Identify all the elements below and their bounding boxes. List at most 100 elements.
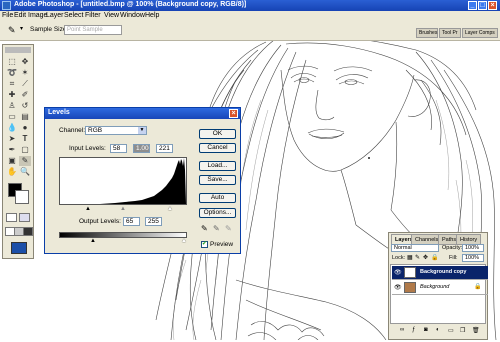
lock-position-icon[interactable]: ✥ [423,254,428,261]
menu-item-help[interactable]: Help [145,12,159,19]
layer-row-background[interactable]: 👁 Background 🔒 [392,281,488,295]
new-group-icon[interactable]: ▭ [448,327,454,334]
options-button[interactable]: Options... [199,208,236,218]
menu-item-image[interactable]: Image [28,12,47,19]
menu-item-edit[interactable]: Edit [14,12,26,19]
zoom-tool-icon[interactable]: 🔍 [19,167,31,177]
eyedropper-tool-icon[interactable]: ✎ [19,156,31,166]
adjustment-layer-icon[interactable]: ◐ [436,327,440,333]
minimize-icon[interactable]: _ [468,1,477,10]
clone-stamp-tool-icon[interactable]: ♙ [6,101,18,111]
background-color-swatch[interactable] [15,190,29,204]
eye-icon[interactable]: 👁 [394,284,402,291]
eyedropper-icon[interactable]: ✎ [8,25,18,35]
dialog-close-icon[interactable]: × [229,109,238,118]
menu-item-window[interactable]: Window [120,12,145,19]
full-screen-mode-icon[interactable] [23,227,33,236]
levels-dialog: Levels × Channel: RGB ▼ Input Levels: 58… [44,107,241,254]
output-levels-slider[interactable]: ▲ ▲ [59,238,187,244]
window-title: Adobe Photoshop - [untitled.bmp @ 100% (… [14,1,247,8]
healing-brush-tool-icon[interactable]: ✚ [6,90,18,100]
toolbox: ⬚ ✥ ➰ ✶ ⌗ ⟋ ✚ ✐ ♙ ↺ ▭ ▤ 💧 ● ➤ T ✒ ▢ ▣ ✎ … [2,44,34,259]
standard-mode-icon[interactable] [6,213,17,222]
channel-select[interactable]: RGB ▼ [85,126,147,135]
move-tool-icon[interactable]: ✥ [19,57,31,67]
input-white-field[interactable]: 221 [156,144,173,153]
input-black-slider-handle[interactable]: ▲ [85,206,91,212]
maximize-icon[interactable]: □ [478,1,487,10]
ok-button[interactable]: OK [199,129,236,139]
gradient-tool-icon[interactable]: ▤ [19,112,31,122]
preview-checkbox[interactable]: ✔ [201,241,208,248]
dodge-tool-icon[interactable]: ● [19,123,31,133]
input-gamma-slider-handle[interactable]: ▲ [120,206,126,212]
layer-name: Background copy [420,269,467,275]
menu-item-view[interactable]: View [104,12,119,19]
sample-size-label: Sample Size: [30,26,69,33]
layer-row-background-copy[interactable]: 👁 Background copy [392,266,488,280]
palette-tab-brushes[interactable]: Brushes [416,28,438,38]
eye-icon[interactable]: 👁 [394,269,402,276]
opacity-label: Opacity: [442,245,463,251]
beauty-mark [368,157,370,159]
eraser-tool-icon[interactable]: ▭ [6,112,18,122]
gray-eyedropper-icon[interactable]: ✎ [213,224,220,233]
menu-item-layer[interactable]: Layer [46,12,64,19]
channel-label: Channel: [59,127,86,134]
output-white-field[interactable]: 255 [145,217,162,226]
trash-icon[interactable]: 🗑 [472,327,480,334]
layers-footer: ∞ ƒ ◙ ◐ ▭ ❐ 🗑 [390,327,486,337]
new-layer-icon[interactable]: ❐ [460,327,465,334]
lock-pixels-icon[interactable]: ✎ [415,254,420,261]
jump-to-imageready-icon[interactable] [11,242,27,254]
marquee-tool-icon[interactable]: ⬚ [6,57,18,67]
channel-value: RGB [88,127,103,134]
lock-transparency-icon[interactable]: ▦ [407,254,413,261]
input-white-slider-handle[interactable]: ▲ [167,206,173,212]
chevron-down-icon[interactable]: ▼ [138,127,146,134]
load-button[interactable]: Load... [199,161,236,171]
output-white-slider-handle[interactable]: ▲ [181,238,187,244]
lock-all-icon[interactable]: 🔒 [431,254,438,261]
input-levels-slider[interactable]: ▲ ▲ ▲ [59,206,187,212]
quick-mask-mode-icon[interactable] [19,213,30,222]
path-selection-tool-icon[interactable]: ➤ [6,134,18,144]
output-black-field[interactable]: 65 [123,217,140,226]
white-eyedropper-icon[interactable]: ✎ [225,224,232,233]
slice-tool-icon[interactable]: ⟋ [19,79,31,89]
type-tool-icon[interactable]: T [19,134,31,144]
fill-field[interactable]: 100% [462,254,484,262]
blend-mode-select[interactable]: Normal [391,244,439,252]
menu-item-filter[interactable]: Filter [85,12,101,19]
palette-tab-layer-comps[interactable]: Layer Comps [462,28,498,38]
pen-tool-icon[interactable]: ✒ [6,145,18,155]
opacity-field[interactable]: 100% [462,244,484,252]
shape-tool-icon[interactable]: ▢ [19,145,31,155]
hand-tool-icon[interactable]: ✋ [6,167,18,177]
brush-tool-icon[interactable]: ✐ [19,90,31,100]
black-eyedropper-icon[interactable]: ✎ [201,224,208,233]
save-button[interactable]: Save... [199,175,236,185]
notes-tool-icon[interactable]: ▣ [6,156,18,166]
menu-item-select[interactable]: Select [64,12,83,19]
layer-mask-icon[interactable]: ◙ [424,327,428,333]
menu-item-file[interactable]: File [2,12,13,19]
lasso-tool-icon[interactable]: ➰ [6,68,18,78]
input-black-field[interactable]: 58 [110,144,127,153]
tool-preset-arrow-icon[interactable]: ▾ [20,25,23,32]
input-gamma-field[interactable]: 1.00 [133,144,150,153]
history-brush-tool-icon[interactable]: ↺ [19,101,31,111]
magic-wand-tool-icon[interactable]: ✶ [19,68,31,78]
levels-title: Levels [48,109,70,116]
palette-tab-tool-presets[interactable]: Tool Pr [439,28,461,38]
link-layers-icon[interactable]: ∞ [400,327,404,333]
output-black-slider-handle[interactable]: ▲ [90,238,96,244]
auto-button[interactable]: Auto [199,193,236,203]
layer-style-icon[interactable]: ƒ [412,327,415,333]
crop-tool-icon[interactable]: ⌗ [6,79,18,89]
sample-size-select[interactable]: Point Sample [64,25,122,35]
blur-tool-icon[interactable]: 💧 [6,123,18,133]
cancel-button[interactable]: Cancel [199,143,236,153]
histogram [59,157,187,205]
close-icon[interactable]: × [488,1,497,10]
